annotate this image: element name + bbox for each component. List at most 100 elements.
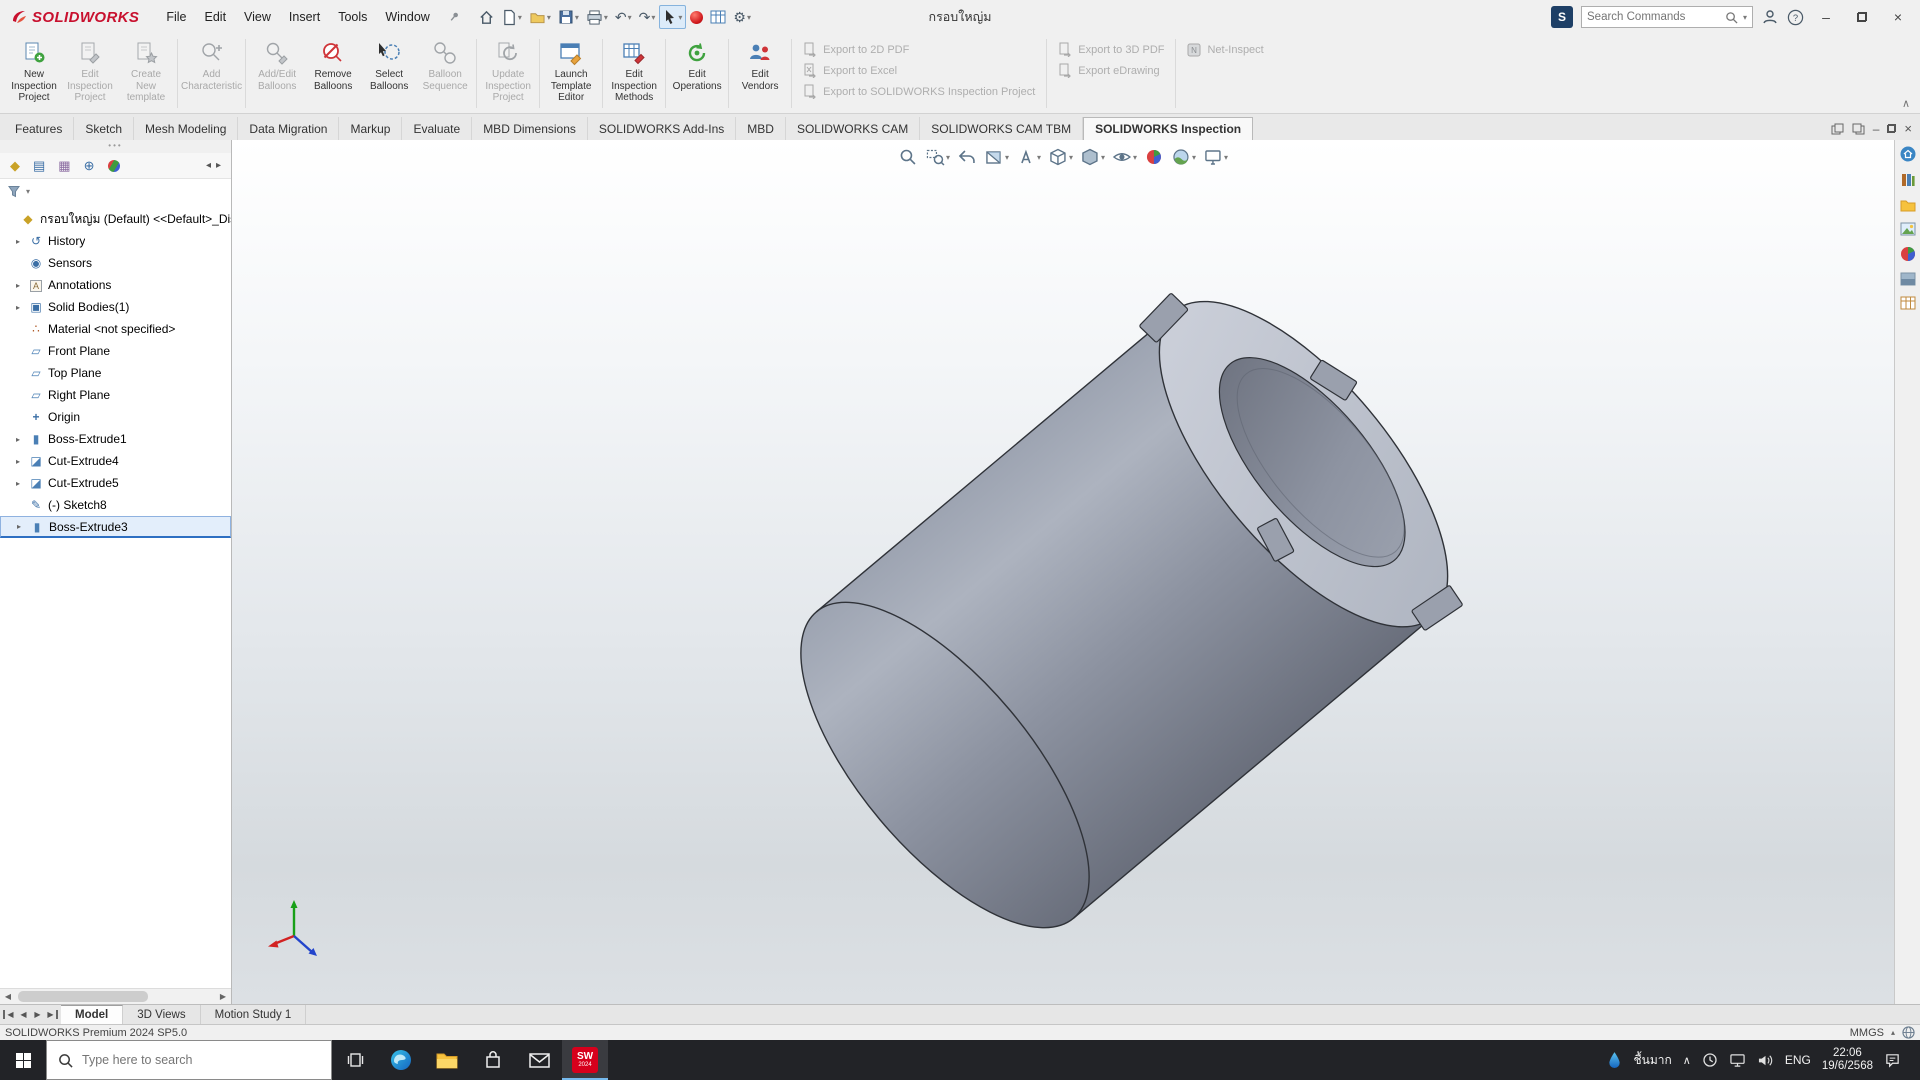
graphics-viewport[interactable]: ▾ ▾ ▾ ▾ ▾ ▾ ▾ ▾ bbox=[232, 140, 1894, 1004]
chevron-down-icon[interactable]: ▾ bbox=[678, 13, 682, 22]
tree-item-solid-bodies[interactable]: ▸ ▣ Solid Bodies(1) bbox=[0, 296, 231, 318]
tab-solidworks-inspection[interactable]: SOLIDWORKS Inspection bbox=[1083, 117, 1253, 140]
configuration-manager-tab-icon[interactable]: ▦ bbox=[58, 159, 70, 172]
tab-solidworks-cam-tbm[interactable]: SOLIDWORKS CAM TBM bbox=[920, 117, 1083, 140]
first-view-button[interactable]: ◀ bbox=[3, 1010, 16, 1019]
chevron-down-icon[interactable]: ▾ bbox=[518, 13, 522, 22]
tab-solidworks-addins[interactable]: SOLIDWORKS Add-Ins bbox=[588, 117, 736, 140]
open-document-button[interactable]: ▾ bbox=[526, 7, 554, 28]
chevron-down-icon[interactable]: ▾ bbox=[604, 13, 608, 22]
solidworks-resources-icon[interactable] bbox=[1899, 145, 1917, 163]
solidworks-app-icon[interactable]: SW2024 bbox=[562, 1040, 608, 1080]
expand-arrow-icon[interactable]: ▸ bbox=[12, 435, 24, 444]
previous-window-icon[interactable] bbox=[1831, 123, 1844, 135]
units-selector[interactable]: MMGS bbox=[1850, 1027, 1884, 1039]
tab-evaluate[interactable]: Evaluate bbox=[402, 117, 472, 140]
hidden-icons-chevron[interactable]: ∧ bbox=[1683, 1054, 1691, 1067]
panel-splitter-handle[interactable]: ••• bbox=[0, 140, 231, 153]
appearances-icon[interactable] bbox=[1899, 245, 1917, 263]
tab-sketch[interactable]: Sketch bbox=[74, 117, 134, 140]
doc-tab-3d-views[interactable]: 3D Views bbox=[123, 1005, 200, 1024]
ribbon-button-new-inspection-project[interactable]: New Inspection Project bbox=[6, 36, 62, 111]
ribbon-button-edit-vendors[interactable]: Edit Vendors bbox=[732, 36, 788, 111]
tree-item-boss-extrude1[interactable]: ▸ ▮ Boss-Extrude1 bbox=[0, 428, 231, 450]
menu-insert[interactable]: Insert bbox=[280, 5, 329, 29]
task-view-button[interactable] bbox=[332, 1040, 378, 1080]
clock[interactable]: 22:06 19/6/2568 bbox=[1822, 1047, 1873, 1073]
design-library-icon[interactable] bbox=[1899, 171, 1917, 189]
print-button[interactable]: ▾ bbox=[583, 7, 611, 28]
scroll-left-icon[interactable]: ◀ bbox=[0, 992, 16, 1001]
search-scope-icon[interactable]: S bbox=[1551, 6, 1573, 28]
scrollbar-thumb[interactable] bbox=[18, 991, 148, 1002]
volume-icon[interactable] bbox=[1757, 1053, 1774, 1068]
tree-item-cut-extrude4[interactable]: ▸ ◪ Cut-Extrude4 bbox=[0, 450, 231, 472]
property-manager-tab-icon[interactable]: ▤ bbox=[33, 159, 45, 172]
tree-item-sensors[interactable]: ◉ Sensors bbox=[0, 252, 231, 274]
chevron-down-icon[interactable]: ▾ bbox=[575, 13, 579, 22]
weather-text[interactable]: ชื้นมาก bbox=[1633, 1051, 1671, 1070]
mail-app-icon[interactable] bbox=[516, 1040, 562, 1080]
menu-window[interactable]: Window bbox=[376, 5, 438, 29]
humidity-droplet-icon[interactable] bbox=[1607, 1051, 1622, 1070]
pin-menu-icon[interactable] bbox=[447, 10, 461, 24]
tab-features[interactable]: Features bbox=[4, 117, 74, 140]
minimize-button[interactable]: – bbox=[1812, 9, 1840, 25]
next-view-button[interactable]: ▶ bbox=[31, 1010, 44, 1019]
tree-item-top-plane[interactable]: ▱ Top Plane bbox=[0, 362, 231, 384]
doc-close-button[interactable]: × bbox=[1904, 121, 1912, 136]
ribbon-button-edit-inspection-methods[interactable]: Edit Inspection Methods bbox=[606, 36, 662, 111]
display-tray-icon[interactable] bbox=[1729, 1053, 1746, 1068]
tree-item-origin[interactable]: + Origin bbox=[0, 406, 231, 428]
dimxpert-manager-tab-icon[interactable]: ⊕ bbox=[84, 159, 95, 172]
globe-icon[interactable] bbox=[1902, 1026, 1915, 1039]
menu-tools[interactable]: Tools bbox=[329, 5, 376, 29]
ribbon-button-select-balloons[interactable]: Select Balloons bbox=[361, 36, 417, 111]
menu-view[interactable]: View bbox=[235, 5, 280, 29]
tree-item-cut-extrude5[interactable]: ▸ ◪ Cut-Extrude5 bbox=[0, 472, 231, 494]
restore-button[interactable] bbox=[1848, 9, 1876, 25]
display-manager-tab-icon[interactable] bbox=[108, 160, 120, 172]
command-search[interactable]: ▾ bbox=[1581, 6, 1753, 28]
table-tool-button[interactable] bbox=[707, 7, 729, 27]
units-caret-icon[interactable]: ▴ bbox=[1891, 1028, 1895, 1037]
select-tool-button[interactable]: ▾ bbox=[659, 5, 686, 29]
tray-clock-icon[interactable] bbox=[1702, 1052, 1718, 1068]
tab-mesh-modeling[interactable]: Mesh Modeling bbox=[134, 117, 238, 140]
chevron-down-icon[interactable]: ▾ bbox=[747, 13, 751, 22]
menu-file[interactable]: File bbox=[157, 5, 195, 29]
scenes-icon[interactable] bbox=[1899, 271, 1917, 287]
ribbon-button-edit-operations[interactable]: Edit Operations bbox=[669, 36, 725, 111]
tab-solidworks-cam[interactable]: SOLIDWORKS CAM bbox=[786, 117, 920, 140]
chevron-down-icon[interactable]: ▾ bbox=[547, 13, 551, 22]
user-account-icon[interactable] bbox=[1761, 8, 1779, 26]
search-icon[interactable] bbox=[1725, 11, 1738, 24]
ribbon-button-launch-template-editor[interactable]: Launch Template Editor bbox=[543, 36, 599, 111]
tree-item-boss-extrude3[interactable]: ▸ ▮ Boss-Extrude3 bbox=[0, 516, 231, 538]
action-center-icon[interactable] bbox=[1884, 1052, 1901, 1068]
tree-item-material[interactable]: ∴ Material <not specified> bbox=[0, 318, 231, 340]
menu-edit[interactable]: Edit bbox=[196, 5, 236, 29]
doc-tab-motion-study-1[interactable]: Motion Study 1 bbox=[201, 1005, 307, 1024]
ribbon-button-remove-balloons[interactable]: Remove Balloons bbox=[305, 36, 361, 111]
settings-gear-button[interactable]: ⚙▾ bbox=[730, 7, 754, 27]
tree-item-right-plane[interactable]: ▱ Right Plane bbox=[0, 384, 231, 406]
taskbar-search-input[interactable] bbox=[82, 1053, 320, 1067]
file-explorer-icon[interactable] bbox=[424, 1040, 470, 1080]
doc-restore-button[interactable] bbox=[1887, 124, 1896, 133]
file-explorer-icon[interactable] bbox=[1899, 197, 1917, 213]
taskbar-search[interactable] bbox=[46, 1040, 332, 1080]
expand-arrow-icon[interactable]: ▸ bbox=[13, 522, 25, 531]
start-button[interactable] bbox=[0, 1040, 46, 1080]
tree-item-front-plane[interactable]: ▱ Front Plane bbox=[0, 340, 231, 362]
tree-item-sketch8[interactable]: ✎ (-) Sketch8 bbox=[0, 494, 231, 516]
expand-arrow-icon[interactable]: ▸ bbox=[12, 479, 24, 488]
doc-minimize-button[interactable]: – bbox=[1873, 122, 1880, 136]
panel-horizontal-scrollbar[interactable]: ◀ ▶ bbox=[0, 988, 231, 1004]
expand-arrow-icon[interactable]: ▸ bbox=[12, 457, 24, 466]
chevron-down-icon[interactable]: ▾ bbox=[1743, 13, 1747, 22]
last-view-button[interactable]: ▶ bbox=[45, 1010, 58, 1019]
tab-mbd[interactable]: MBD bbox=[736, 117, 786, 140]
scroll-left-icon[interactable]: ◂ bbox=[206, 160, 211, 171]
tab-mbd-dimensions[interactable]: MBD Dimensions bbox=[472, 117, 588, 140]
